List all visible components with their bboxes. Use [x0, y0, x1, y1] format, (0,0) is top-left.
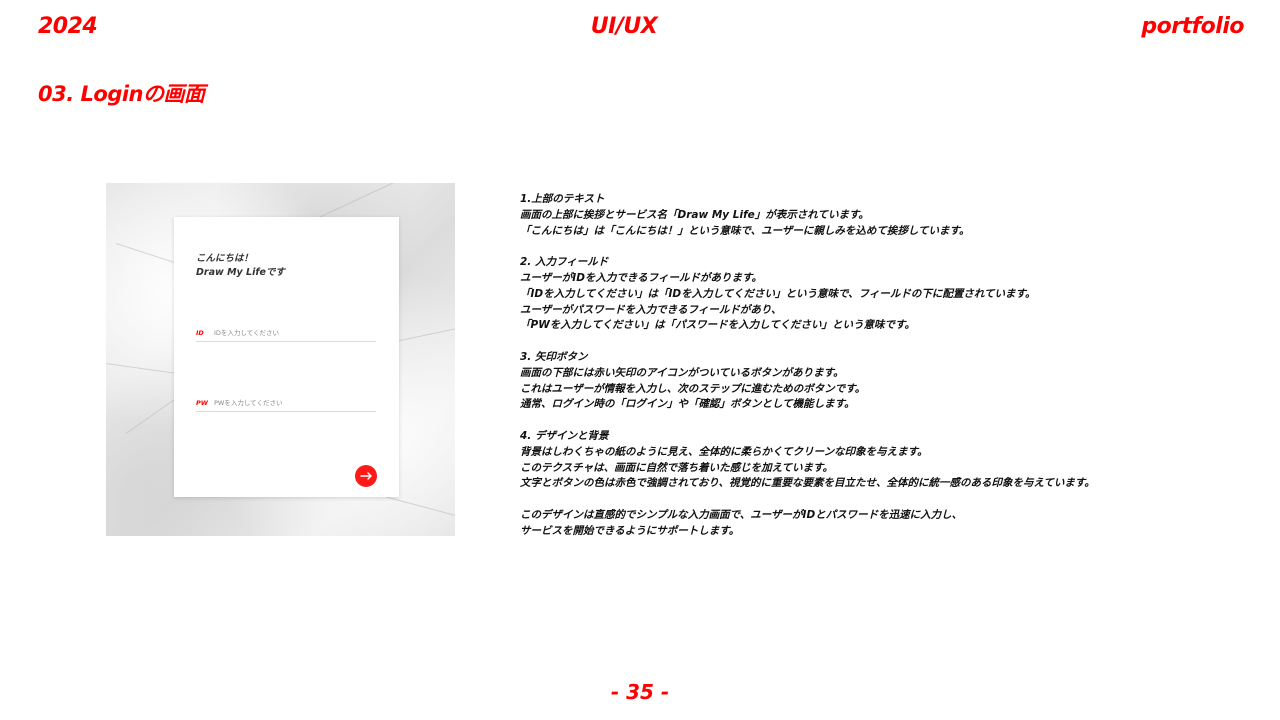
id-label: ID	[196, 329, 204, 337]
portfolio-page: 2024 UI/UX portfolio 03. Loginの画面 こんにちは！…	[0, 0, 1280, 720]
description-line: 「PWを入力してください」は「パスワードを入力してください」という意味です。	[520, 319, 915, 332]
description-block-arrow-button: 3. 矢印ボタン 画面の下部には赤い矢印のアイコンがついているボタンがあります。…	[520, 350, 1240, 413]
pw-field: PW	[196, 397, 376, 412]
arrow-right-icon	[360, 472, 372, 480]
submit-arrow-button[interactable]	[355, 465, 377, 487]
id-field: ID	[196, 327, 376, 342]
description-line: このデザインは直感的でシンプルな入力画面で、ユーザーがIDとパスワードを迅速に入…	[520, 508, 963, 521]
description: 1.上部のテキスト 画面の上部に挨拶とサービス名「Draw My Life」が表…	[520, 192, 1240, 555]
greeting-line-1: こんにちは！	[196, 253, 254, 264]
description-heading: 1.上部のテキスト	[520, 193, 605, 205]
description-line: これはユーザーが情報を入力し、次のステップに進むためのボタンです。	[520, 382, 866, 395]
description-line: 「IDを入力してください」は「IDを入力してください」という意味で、フィールドの…	[520, 287, 1036, 300]
header-category: UI/UX	[590, 14, 658, 39]
description-block-summary: このデザインは直感的でシンプルな入力画面で、ユーザーがIDとパスワードを迅速に入…	[520, 508, 1240, 540]
section-title: 03. Loginの画面	[38, 82, 205, 106]
description-line: 画面の下部には赤い矢印のアイコンがついているボタンがあります。	[520, 366, 844, 379]
description-line: 文字とボタンの色は赤色で強調されており、視覚的に重要な要素を目立たせ、全体的に統…	[520, 477, 1095, 490]
description-heading: 2. 入力フィールド	[520, 256, 609, 269]
description-line: ユーザーがIDを入力できるフィールドがあります。	[520, 271, 762, 284]
description-line: このテクスチャは、画面に自然で落ち着いた感じを加えています。	[520, 461, 834, 474]
description-line: 通常、ログイン時の「ログイン」や「確認」ボタンとして機能します。	[520, 398, 855, 411]
description-block-design: 4. デザインと背景 背景はしわくちゃの紙のように見え、全体的に柔らかくてクリー…	[520, 429, 1240, 492]
description-line: サービスを開始できるようにサポートします。	[520, 524, 740, 537]
description-block-top-text: 1.上部のテキスト 画面の上部に挨拶とサービス名「Draw My Life」が表…	[520, 192, 1240, 239]
header-label: portfolio	[1141, 14, 1244, 39]
description-line: 「こんにちは」は「こんにちは！」という意味で、ユーザーに親しみを込めて挨拶してい…	[520, 224, 970, 237]
page-number: - 35 -	[610, 680, 670, 704]
id-input[interactable]	[214, 327, 374, 339]
login-mockup-image: こんにちは！ Draw My Lifeです ID PW	[106, 183, 455, 536]
login-card: こんにちは！ Draw My Lifeです ID PW	[174, 217, 399, 497]
pw-label: PW	[196, 399, 208, 407]
description-line: 背景はしわくちゃの紙のように見え、全体的に柔らかくてクリーンな印象を与えます。	[520, 445, 928, 458]
description-block-input-fields: 2. 入力フィールド ユーザーがIDを入力できるフィールドがあります。 「IDを…	[520, 255, 1240, 334]
description-line: ユーザーがパスワードを入力できるフィールドがあり、	[520, 303, 782, 316]
greeting-text: こんにちは！ Draw My Lifeです	[196, 252, 285, 280]
description-line: 画面の上部に挨拶とサービス名「Draw My Life」が表示されています。	[520, 208, 869, 221]
pw-input[interactable]	[214, 397, 374, 409]
greeting-line-2: Draw My Lifeです	[196, 267, 285, 278]
description-heading: 3. 矢印ボタン	[520, 350, 588, 363]
description-heading: 4. デザインと背景	[520, 429, 609, 442]
